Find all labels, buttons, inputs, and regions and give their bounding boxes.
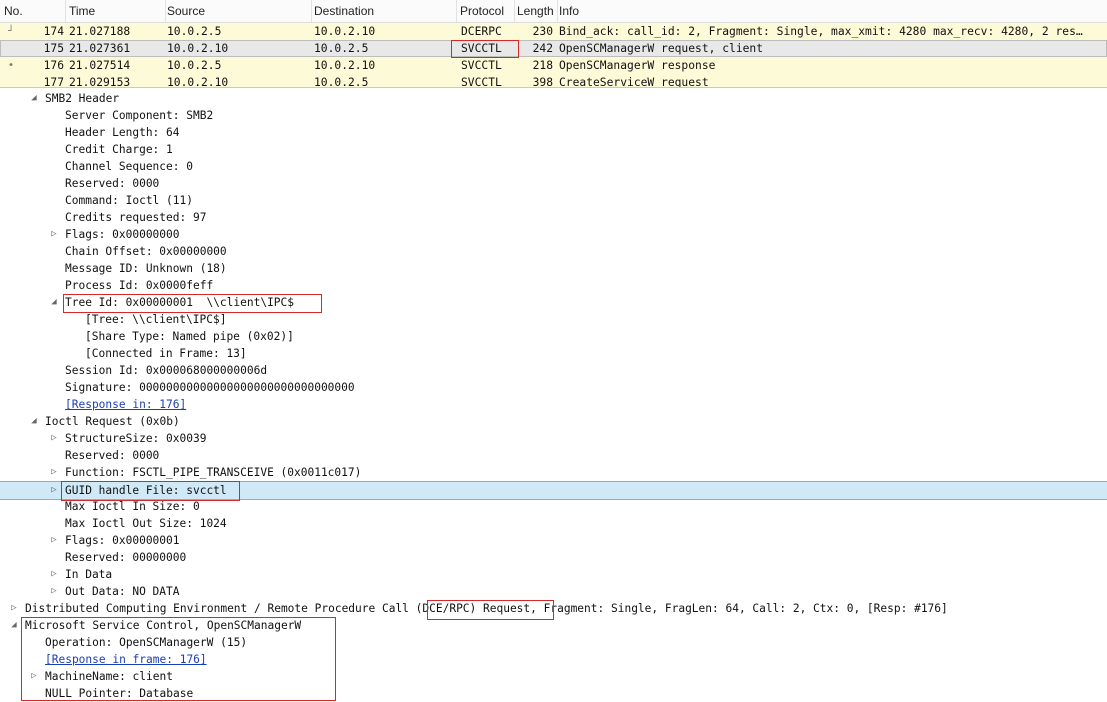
packet-destination: 10.0.2.10 — [314, 59, 376, 72]
packet-protocol: SVCCTL — [461, 42, 502, 55]
packet-no: 176 — [43, 59, 64, 72]
collapsed-icon[interactable]: ▷ — [49, 464, 59, 481]
packet-time: 21.027514 — [69, 59, 131, 72]
collapsed-icon[interactable]: ▷ — [49, 583, 59, 600]
col-info[interactable]: Info — [555, 0, 1107, 22]
packet-source: 10.0.2.5 — [167, 25, 222, 38]
packet-length: 230 — [532, 25, 553, 38]
packet-list-header: No. Time Source Destination Protocol Len… — [0, 0, 1107, 23]
tree-node-flags[interactable]: ▷ Flags: 0x00000000 — [0, 226, 1107, 243]
response-in-frame-link[interactable]: [Response in frame: 176] — [0, 651, 1107, 668]
tree-field[interactable]: Credit Charge: 1 — [0, 141, 1107, 158]
collapsed-icon[interactable]: ▷ — [49, 430, 59, 447]
tree-field[interactable]: [Tree: \\client\IPC$] — [0, 311, 1107, 328]
packet-protocol: SVCCTL — [461, 59, 502, 72]
packet-time: 21.029153 — [69, 76, 131, 88]
collapsed-icon[interactable]: ▷ — [49, 482, 59, 499]
packet-destination: 10.0.2.5 — [314, 76, 369, 88]
conversation-line-icon: ┘ — [8, 26, 15, 37]
tree-node-svcctl[interactable]: ◢ Microsoft Service Control, OpenSCManage… — [0, 617, 1107, 634]
packet-protocol: SVCCTL — [461, 76, 502, 88]
packet-row[interactable]: 177 21.029153 10.0.2.10 10.0.2.5 SVCCTL … — [0, 74, 1107, 88]
packet-info: OpenSCManagerW response — [559, 59, 716, 72]
packet-length: 218 — [532, 59, 553, 72]
packet-row[interactable]: ┘ 174 21.027188 10.0.2.5 10.0.2.10 DCERP… — [0, 23, 1107, 40]
tree-field[interactable]: Operation: OpenSCManagerW (15) — [0, 634, 1107, 651]
response-in-link[interactable]: [Response in: 176] — [0, 396, 1107, 413]
tree-field[interactable]: Channel Sequence: 0 — [0, 158, 1107, 175]
packet-destination: 10.0.2.10 — [314, 25, 376, 38]
packet-source: 10.0.2.10 — [167, 42, 229, 55]
tree-node-function[interactable]: ▷ Function: FSCTL_PIPE_TRANSCEIVE (0x0011… — [0, 464, 1107, 481]
packet-length: 242 — [532, 42, 553, 55]
packet-time: 21.027361 — [69, 42, 131, 55]
collapsed-icon[interactable]: ▷ — [29, 668, 39, 685]
expanded-icon[interactable]: ◢ — [29, 413, 39, 430]
tree-node-out-data[interactable]: ▷ Out Data: NO DATA — [0, 583, 1107, 600]
tree-field[interactable]: Command: Ioctl (11) — [0, 192, 1107, 209]
collapsed-icon[interactable]: ▷ — [49, 226, 59, 243]
packet-length: 398 — [532, 76, 553, 88]
col-time[interactable]: Time — [65, 0, 166, 22]
col-protocol[interactable]: Protocol — [456, 0, 515, 22]
col-destination[interactable]: Destination — [310, 0, 457, 22]
tree-field[interactable]: Message ID: Unknown (18) — [0, 260, 1107, 277]
tree-field[interactable]: Reserved: 0000 — [0, 447, 1107, 464]
tree-node-machine-name[interactable]: ▷ MachineName: client — [0, 668, 1107, 685]
tree-field[interactable]: Max Ioctl In Size: 0 — [0, 498, 1107, 515]
packet-protocol: DCERPC — [461, 25, 502, 38]
packet-row-selected[interactable]: 175 21.027361 10.0.2.10 10.0.2.5 SVCCTL … — [0, 40, 1107, 57]
collapsed-icon[interactable]: ▷ — [49, 532, 59, 549]
conversation-line-icon: • — [8, 60, 15, 71]
tree-field[interactable]: Reserved: 00000000 — [0, 549, 1107, 566]
packet-no: 175 — [43, 42, 64, 55]
tree-node-structure-size[interactable]: ▷ StructureSize: 0x0039 — [0, 430, 1107, 447]
packet-info: CreateServiceW request — [559, 76, 709, 88]
col-no[interactable]: No. — [0, 0, 66, 22]
packet-source: 10.0.2.5 — [167, 59, 222, 72]
tree-field[interactable]: Credits requested: 97 — [0, 209, 1107, 226]
expanded-icon[interactable]: ◢ — [49, 294, 59, 311]
packet-destination: 10.0.2.5 — [314, 42, 369, 55]
packet-time: 21.027188 — [69, 25, 131, 38]
tree-field[interactable]: Signature: 00000000000000000000000000000… — [0, 379, 1107, 396]
packet-source: 10.0.2.10 — [167, 76, 229, 88]
packet-no: 174 — [43, 25, 64, 38]
tree-field[interactable]: Max Ioctl Out Size: 1024 — [0, 515, 1107, 532]
tree-field[interactable]: Server Component: SMB2 — [0, 107, 1107, 124]
tree-node-smb2-header[interactable]: ◢ SMB2 Header — [0, 90, 1107, 107]
tree-node-in-data[interactable]: ▷ In Data — [0, 566, 1107, 583]
tree-field[interactable]: [Connected in Frame: 13] — [0, 345, 1107, 362]
tree-field[interactable]: Process Id: 0x0000feff — [0, 277, 1107, 294]
packet-list[interactable]: No. Time Source Destination Protocol Len… — [0, 0, 1107, 88]
collapsed-icon[interactable]: ▷ — [9, 600, 19, 617]
tree-field[interactable]: Chain Offset: 0x00000000 — [0, 243, 1107, 260]
tree-node-dcerpc[interactable]: ▷ Distributed Computing Environment / Rem… — [0, 600, 1107, 617]
tree-field[interactable]: [Share Type: Named pipe (0x02)] — [0, 328, 1107, 345]
tree-field[interactable]: Reserved: 0000 — [0, 175, 1107, 192]
col-source[interactable]: Source — [163, 0, 312, 22]
expanded-icon[interactable]: ◢ — [29, 90, 39, 107]
collapsed-icon[interactable]: ▷ — [49, 566, 59, 583]
tree-node-ioctl-request[interactable]: ◢ Ioctl Request (0x0b) — [0, 413, 1107, 430]
col-length[interactable]: Length — [513, 0, 558, 22]
packet-details-tree[interactable]: ◢ SMB2 Header Server Component: SMB2 Head… — [0, 88, 1107, 702]
tree-field[interactable]: NULL Pointer: Database — [0, 685, 1107, 702]
packet-info: Bind_ack: call_id: 2, Fragment: Single, … — [559, 25, 1083, 38]
tree-field[interactable]: Session Id: 0x000068000000006d — [0, 362, 1107, 379]
tree-node-flags[interactable]: ▷ Flags: 0x00000001 — [0, 532, 1107, 549]
expanded-icon[interactable]: ◢ — [9, 617, 19, 634]
packet-row[interactable]: • 176 21.027514 10.0.2.5 10.0.2.10 SVCCT… — [0, 57, 1107, 74]
tree-node-tree-id[interactable]: ◢ Tree Id: 0x00000001 \\client\IPC$ — [0, 294, 1107, 311]
packet-no: 177 — [43, 76, 64, 88]
packet-info: OpenSCManagerW request, client — [559, 42, 764, 55]
tree-field[interactable]: Header Length: 64 — [0, 124, 1107, 141]
